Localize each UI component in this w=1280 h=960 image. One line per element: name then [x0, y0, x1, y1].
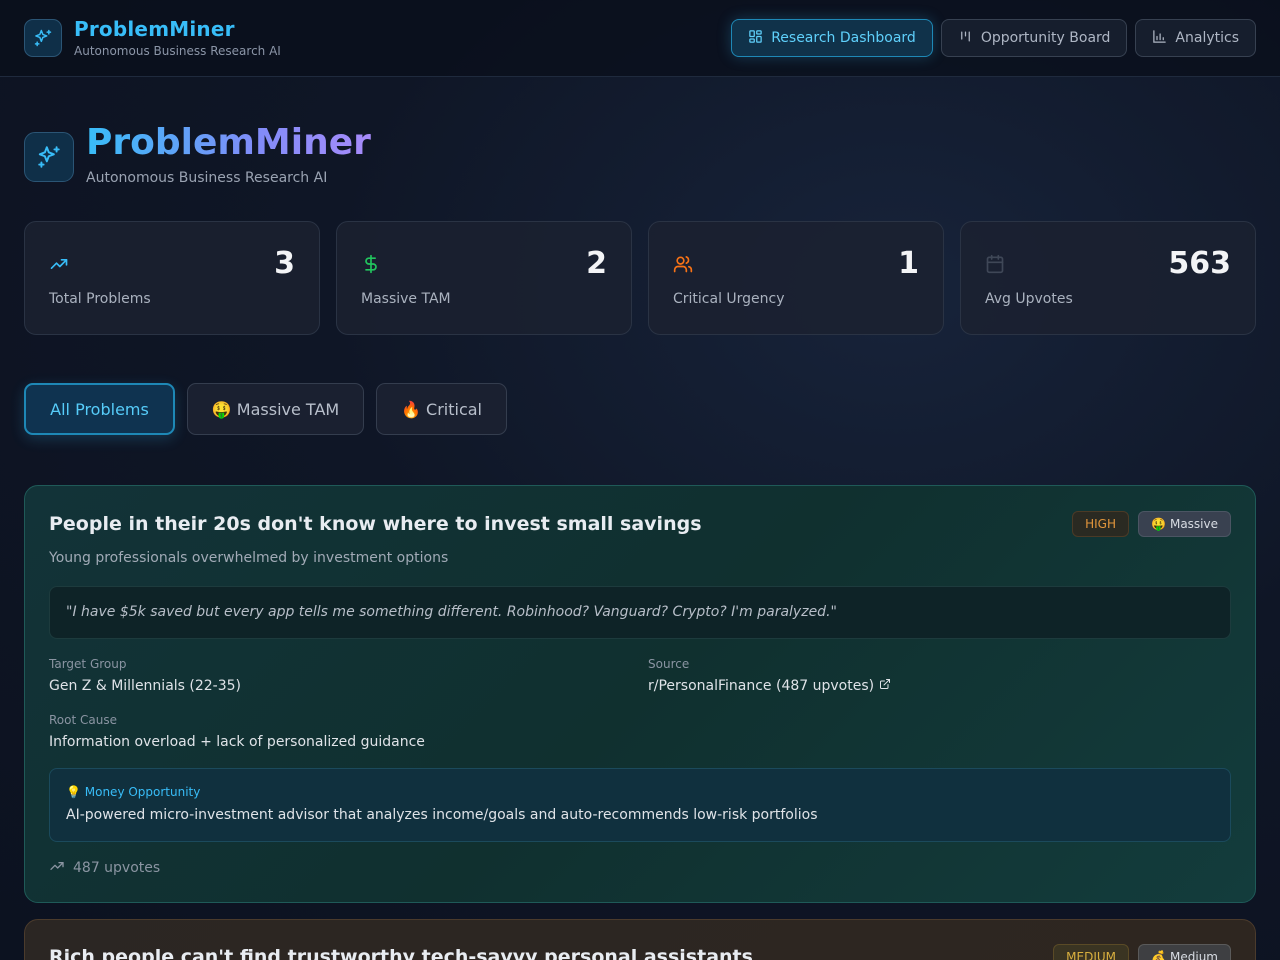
nav-label: Opportunity Board — [980, 30, 1111, 46]
stat-value: 563 — [1168, 246, 1231, 281]
trending-up-icon — [49, 858, 65, 878]
filter-massive-tam[interactable]: 🤑 Massive TAM — [187, 383, 364, 435]
sparkles-icon — [24, 132, 74, 182]
calendar-icon — [985, 254, 1005, 278]
nav-label: Analytics — [1175, 30, 1239, 46]
urgency-badge: HIGH — [1072, 511, 1129, 537]
nav-research-dashboard[interactable]: Research Dashboard — [731, 19, 933, 57]
nav-analytics[interactable]: Analytics — [1135, 19, 1256, 57]
root-cause-value: Information overload + lack of personali… — [49, 734, 425, 750]
source-label: Source — [648, 657, 690, 671]
filter-critical[interactable]: 🔥 Critical — [376, 383, 507, 435]
trending-up-icon — [49, 254, 69, 278]
stat-label: Avg Upvotes — [985, 291, 1073, 307]
stat-label: Critical Urgency — [673, 291, 785, 307]
problem-title: Rich people can't find trustworthy tech-… — [49, 946, 753, 960]
main-nav: Research Dashboard Opportunity Board Ana… — [731, 19, 1256, 57]
upvotes-text: 487 upvotes — [73, 860, 161, 876]
dollar-icon — [361, 254, 381, 278]
grid-icon — [748, 29, 763, 48]
app-subtitle: Autonomous Business Research AI — [74, 44, 281, 58]
stat-label: Total Problems — [49, 291, 151, 307]
problem-card[interactable]: Rich people can't find trustworthy tech-… — [24, 919, 1256, 960]
root-cause-label: Root Cause — [49, 713, 117, 727]
problem-title: People in their 20s don't know where to … — [49, 513, 702, 535]
page-title: ProblemMiner — [86, 122, 371, 163]
stat-card-critical-urgency: 1 Critical Urgency — [648, 221, 944, 335]
urgency-badge: MEDIUM — [1053, 944, 1129, 960]
money-opportunity-box: 💡 Money Opportunity AI-powered micro-inv… — [49, 768, 1231, 842]
tam-badge: 💰 Medium — [1138, 944, 1231, 960]
upvotes-count: 487 upvotes — [49, 858, 160, 878]
stat-value: 3 — [274, 246, 295, 281]
top-bar: ProblemMiner Autonomous Business Researc… — [0, 0, 1280, 77]
target-group-label: Target Group — [49, 657, 127, 671]
stat-card-massive-tam: 2 Massive TAM — [336, 221, 632, 335]
filter-all-problems[interactable]: All Problems — [24, 383, 175, 435]
target-group-value: Gen Z & Millennials (22-35) — [49, 678, 242, 694]
nav-label: Research Dashboard — [771, 30, 916, 46]
kanban-icon — [958, 29, 973, 48]
external-link-icon — [879, 678, 891, 694]
source-link[interactable]: r/PersonalFinance (487 upvotes) — [648, 678, 891, 694]
page-subtitle: Autonomous Business Research AI — [86, 170, 328, 186]
bar-chart-icon — [1152, 29, 1167, 48]
stat-value: 2 — [586, 246, 607, 281]
user-quote: "I have $5k saved but every app tells me… — [49, 586, 1231, 639]
problem-card[interactable]: People in their 20s don't know where to … — [24, 485, 1256, 903]
opportunity-text: AI-powered micro-investment advisor that… — [66, 807, 818, 823]
tam-badge: 🤑 Massive — [1138, 511, 1231, 537]
source-text: r/PersonalFinance (487 upvotes) — [648, 678, 875, 694]
stat-card-avg-upvotes: 563 Avg Upvotes — [960, 221, 1256, 335]
opportunity-label: 💡 Money Opportunity — [66, 785, 201, 799]
stat-value: 1 — [898, 246, 919, 281]
stat-label: Massive TAM — [361, 291, 451, 307]
nav-opportunity-board[interactable]: Opportunity Board — [940, 19, 1128, 57]
problem-description: Young professionals overwhelmed by inves… — [49, 550, 449, 566]
stat-card-total-problems: 3 Total Problems — [24, 221, 320, 335]
sparkles-logo-icon[interactable] — [24, 19, 62, 57]
app-name[interactable]: ProblemMiner — [74, 17, 235, 41]
users-icon — [673, 254, 693, 278]
